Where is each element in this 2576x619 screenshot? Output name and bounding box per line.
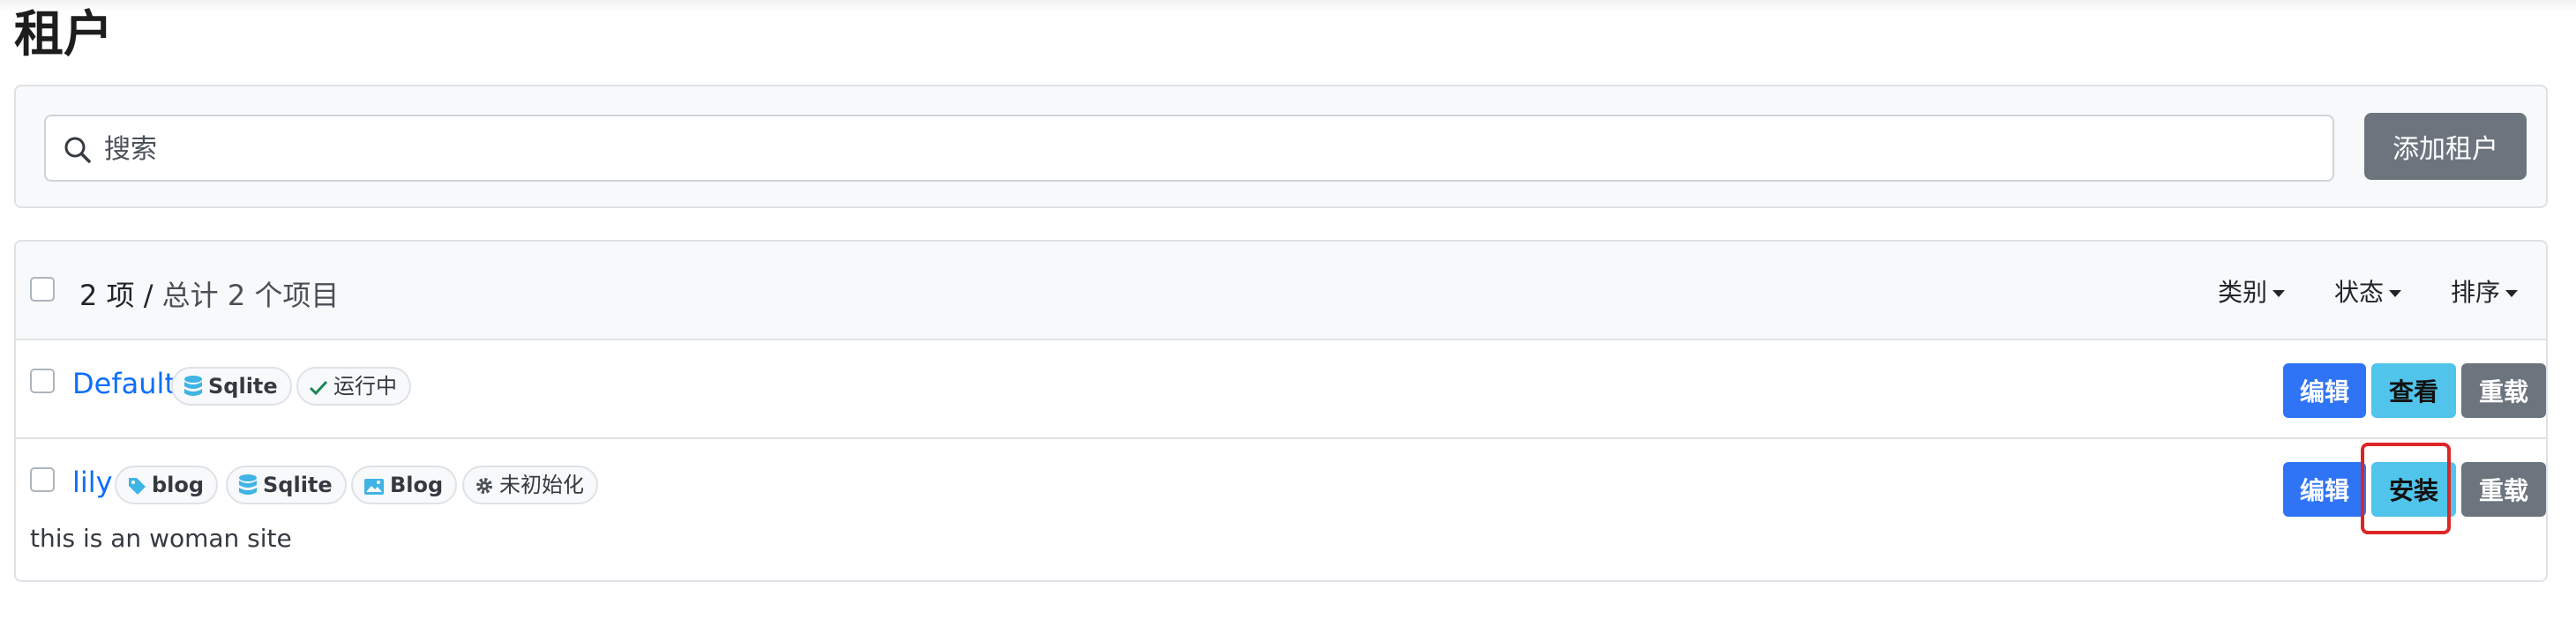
tag-badge: blog xyxy=(115,466,219,504)
status-dropdown-label: 状态 xyxy=(2334,278,2385,307)
status-badge-label: 未初始化 xyxy=(499,473,584,497)
tenant-name-link[interactable]: Default xyxy=(72,367,176,400)
sort-dropdown-label: 排序 xyxy=(2451,278,2501,307)
edit-button[interactable]: 编辑 xyxy=(2283,363,2366,418)
image-icon xyxy=(364,479,384,495)
view-button[interactable]: 查看 xyxy=(2371,363,2456,418)
check-icon xyxy=(309,380,328,396)
add-tenant-button[interactable]: 添加租户 xyxy=(2364,113,2527,180)
status-badge: 未初始化 xyxy=(462,466,598,504)
database-icon xyxy=(239,474,257,495)
edit-button[interactable]: 编辑 xyxy=(2283,462,2366,517)
tenant-description: this is an woman site xyxy=(30,524,292,553)
database-badge: Sqlite xyxy=(171,367,292,406)
row-checkbox[interactable] xyxy=(30,467,55,492)
top-shadow xyxy=(0,0,2576,12)
row-checkbox[interactable] xyxy=(30,369,55,393)
tenant-name-link[interactable]: lily xyxy=(72,466,113,499)
page-title: 租户 xyxy=(14,6,113,63)
category-dropdown-label: 类别 xyxy=(2218,278,2268,307)
search-box[interactable] xyxy=(44,115,2334,182)
list-header: 2 项 / 总计 2 个项目 类别 状态 排序 xyxy=(16,242,2546,340)
install-highlight-box xyxy=(2361,443,2451,534)
caret-down-icon xyxy=(2505,290,2519,297)
database-badge-label: Sqlite xyxy=(263,473,333,497)
tenant-row: Default Sqlite 运行中 编辑 查看 重载 xyxy=(16,340,2546,439)
status-badge-label: 运行中 xyxy=(333,374,397,399)
sort-dropdown[interactable]: 排序 xyxy=(2451,273,2519,309)
tenant-list: 2 项 / 总计 2 个项目 类别 状态 排序 Default Sqlite 运… xyxy=(14,240,2548,582)
caret-down-icon xyxy=(2273,290,2286,297)
selected-count: 2 项 xyxy=(79,279,135,312)
category-dropdown[interactable]: 类别 xyxy=(2218,273,2286,309)
status-badge: 运行中 xyxy=(296,367,411,406)
reload-button[interactable]: 重载 xyxy=(2461,363,2546,418)
search-input[interactable] xyxy=(102,123,2311,175)
theme-badge: Blog xyxy=(351,466,458,504)
theme-badge-label: Blog xyxy=(390,473,444,497)
gear-icon xyxy=(476,478,492,494)
item-count: 2 项 / 总计 2 个项目 xyxy=(79,273,339,314)
reload-button[interactable]: 重载 xyxy=(2461,462,2546,517)
status-dropdown[interactable]: 状态 xyxy=(2334,273,2402,309)
select-all-checkbox[interactable] xyxy=(30,277,55,302)
tag-badge-label: blog xyxy=(152,473,205,497)
tag-icon xyxy=(129,478,146,495)
total-count: 总计 2 个项目 xyxy=(161,279,340,312)
search-panel: 添加租户 xyxy=(14,85,2548,208)
database-badge: Sqlite xyxy=(226,466,347,504)
count-separator: / xyxy=(143,279,154,312)
caret-down-icon xyxy=(2389,290,2402,297)
tenant-row: lily blog Sqlite Blog 未初始化 this is an wo… xyxy=(16,439,2546,580)
database-badge-label: Sqlite xyxy=(208,374,278,399)
database-icon xyxy=(184,376,202,396)
search-icon xyxy=(64,137,91,163)
